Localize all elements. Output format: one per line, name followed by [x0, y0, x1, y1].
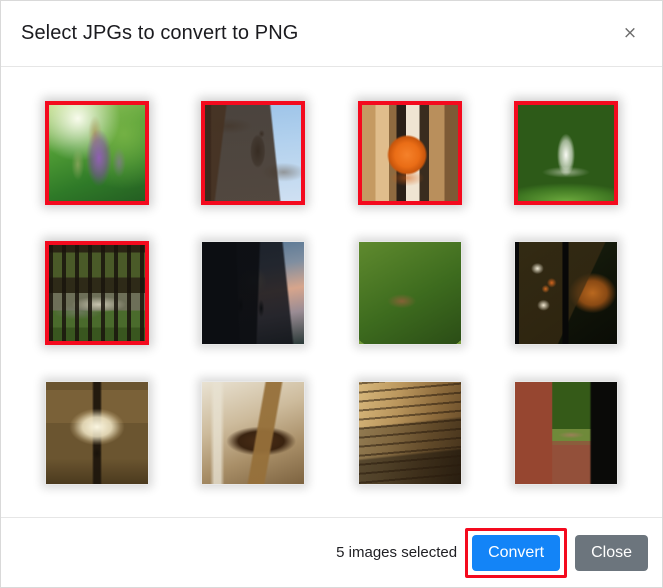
cormorant-bird-thumbnail[interactable]: [201, 101, 306, 205]
thumbnail-frame: [201, 101, 306, 205]
thumbnail-frame: [45, 381, 150, 485]
selection-status: 5 images selected: [336, 544, 458, 561]
thumbnail-frame: [357, 241, 462, 345]
thumbnail-image: [358, 382, 461, 484]
close-icon[interactable]: ×: [616, 20, 644, 48]
thumbnail-image: [358, 242, 461, 344]
convert-button-highlight: Convert: [465, 527, 568, 578]
thumbnail-frame: [201, 241, 306, 345]
thumbnail-frame: [357, 381, 462, 485]
ceiling-lamp-thumbnail[interactable]: [45, 381, 150, 485]
thumbnail-image: [49, 105, 146, 201]
thumbnail-image: [514, 242, 617, 344]
thumbnail-image: [205, 105, 302, 201]
page-title: Select JPGs to convert to PNG: [21, 22, 299, 44]
food-plate-thumbnail[interactable]: [513, 241, 618, 345]
lizard-brick-thumbnail[interactable]: [513, 381, 618, 485]
purple-flower-thumbnail[interactable]: [45, 101, 150, 205]
dialog-footer: 5 images selected Convert Close: [1, 517, 662, 587]
forest-pond-thumbnail[interactable]: [45, 241, 150, 345]
close-button[interactable]: Close: [575, 534, 648, 571]
thumbnail-image: [202, 382, 305, 484]
thumbnail-image: [361, 105, 458, 201]
wooden-chair-thumbnail[interactable]: [201, 381, 306, 485]
convert-button[interactable]: Convert: [472, 534, 561, 571]
thumbnail-frame: [513, 101, 618, 205]
thumbnail-frame: [357, 101, 462, 205]
thumbnail-image: [46, 382, 149, 484]
convert-dialog: Select JPGs to convert to PNG × 5 images…: [0, 0, 663, 588]
pond-fountain-thumbnail[interactable]: [513, 101, 618, 205]
dialog-header: Select JPGs to convert to PNG ×: [1, 1, 662, 67]
thumbnail-frame: [513, 241, 618, 345]
grass-closeup-thumbnail[interactable]: [357, 241, 462, 345]
thumbnail-image: [514, 382, 617, 484]
dialog-body: [1, 67, 662, 517]
thumbnail-image: [517, 105, 614, 201]
thumbnail-frame: [45, 241, 150, 345]
orange-fruit-thumbnail[interactable]: [357, 101, 462, 205]
thumbnail-image: [202, 242, 305, 344]
stacked-books-thumbnail[interactable]: [357, 381, 462, 485]
thumbnail-image: [49, 245, 146, 341]
thumbnail-frame: [201, 381, 306, 485]
sunset-trees-thumbnail[interactable]: [201, 241, 306, 345]
thumbnail-frame: [45, 101, 150, 205]
thumbnail-frame: [513, 381, 618, 485]
thumbnail-grid: [19, 101, 644, 517]
